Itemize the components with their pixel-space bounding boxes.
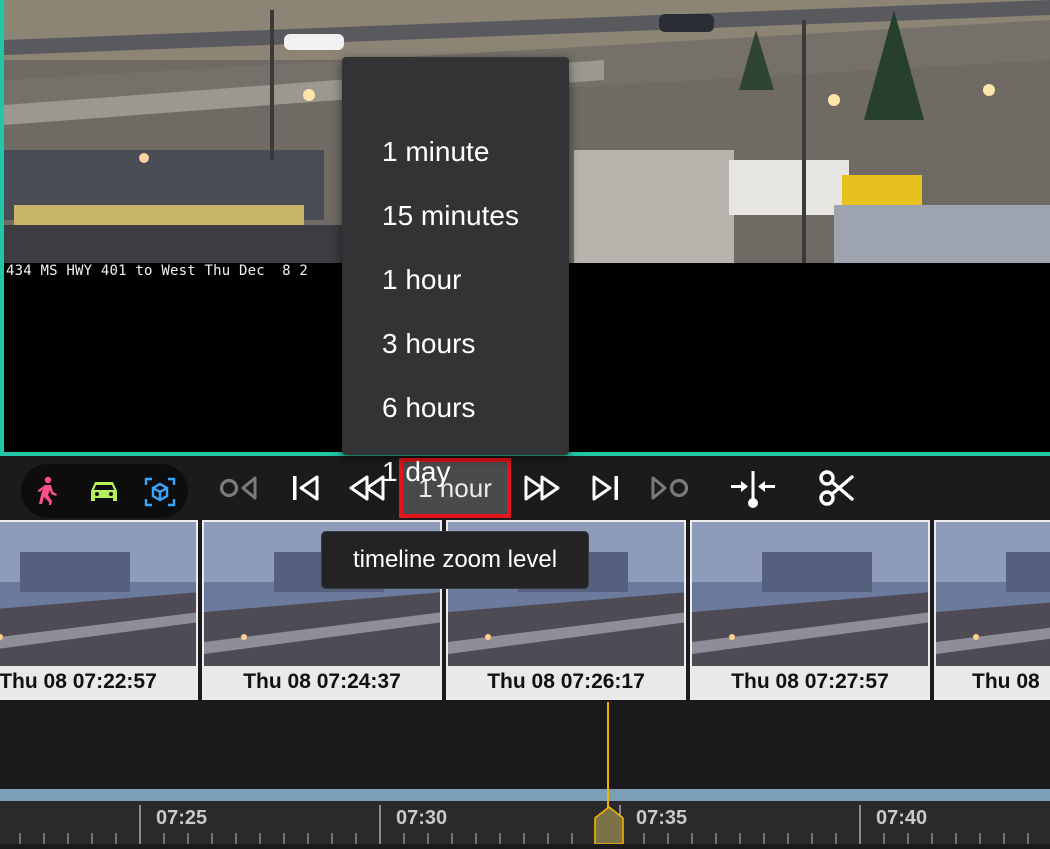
- thumbnail-timestamp: Thu 08 07:22:57: [0, 666, 196, 698]
- timeline-tick-label: 07:25: [156, 807, 208, 829]
- fast-forward-icon[interactable]: [521, 472, 563, 504]
- person-icon[interactable]: [31, 476, 61, 506]
- camera-timestamp-overlay: 434 MS HWY 401 to West Thu Dec 8 2: [6, 263, 309, 279]
- center-timeline-icon[interactable]: [728, 470, 778, 510]
- recording-coverage-band: [0, 789, 1050, 801]
- timeline-tick-label: 07:35: [636, 807, 688, 829]
- thumbnail-timestamp: Thu 08: [936, 666, 1050, 698]
- detection-filter-group: [21, 464, 188, 518]
- thumbnail-timestamp: Thu 08 07:24:37: [204, 666, 440, 698]
- skip-to-start-icon[interactable]: [287, 472, 323, 504]
- playhead-line: [607, 702, 609, 810]
- thumbnail-image: [0, 522, 196, 670]
- thumbnail-timestamp: Thu 08 07:26:17: [448, 666, 684, 698]
- car-icon[interactable]: [87, 477, 121, 507]
- object-cube-icon[interactable]: [143, 476, 177, 508]
- zoom-option-1-day[interactable]: 1 day: [382, 455, 451, 489]
- zoom-option-1-minute[interactable]: 1 minute: [382, 135, 489, 169]
- clip-scissors-icon[interactable]: [815, 468, 859, 508]
- zoom-option-3-hours[interactable]: 3 hours: [382, 327, 475, 361]
- next-event-icon[interactable]: [648, 472, 690, 504]
- prev-event-icon[interactable]: [218, 472, 260, 504]
- thumbnail-frame[interactable]: Thu 08 07:27:57: [690, 520, 930, 700]
- playhead-handle[interactable]: [594, 806, 624, 844]
- playback-toolbar: 1 hour: [0, 456, 1050, 520]
- zoom-level-menu: 1 minute 15 minutes 1 hour 3 hours 6 hou…: [342, 57, 569, 487]
- thumbnail-frame[interactable]: Thu 08: [934, 520, 1050, 700]
- thumbnail-image: [692, 522, 928, 670]
- timeline-tick-label: 07:40: [876, 807, 928, 829]
- thumbnail-timestamp: Thu 08 07:27:57: [692, 666, 928, 698]
- timeline-track[interactable]: [0, 702, 1050, 788]
- timeline-tick-label: 07:30: [396, 807, 448, 829]
- zoom-option-1-hour[interactable]: 1 hour: [382, 263, 461, 297]
- zoom-tooltip: timeline zoom level: [321, 531, 589, 589]
- thumbnail-image: [936, 522, 1050, 670]
- thumbnail-frame[interactable]: Thu 08 07:22:57: [0, 520, 198, 700]
- skip-to-end-icon[interactable]: [588, 472, 624, 504]
- zoom-option-15-minutes[interactable]: 15 minutes: [382, 199, 519, 233]
- zoom-option-6-hours[interactable]: 6 hours: [382, 391, 475, 425]
